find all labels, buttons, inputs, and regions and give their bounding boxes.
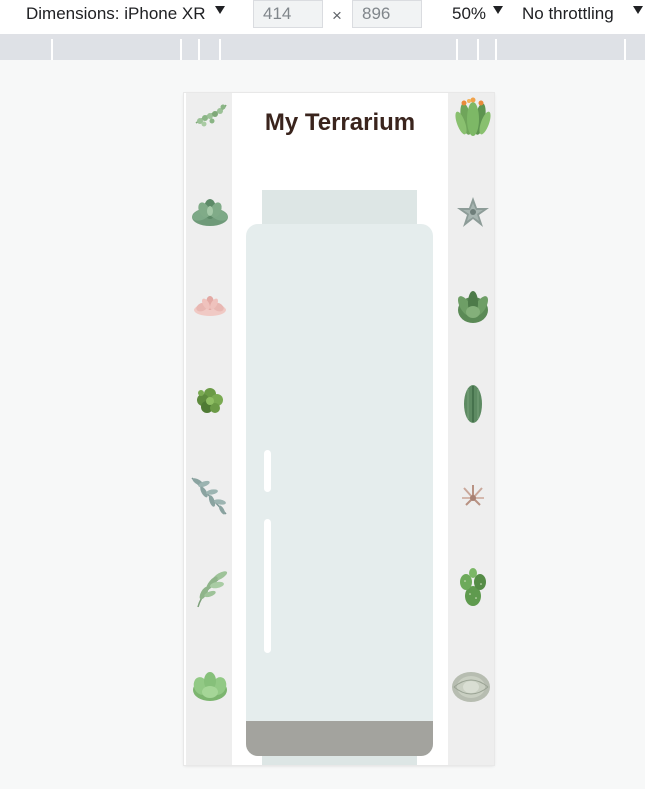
jar-top <box>262 190 417 224</box>
air-plant-icon[interactable] <box>452 474 494 516</box>
ruler-tick[interactable] <box>495 39 497 60</box>
hanging-succulent-icon[interactable] <box>190 97 232 139</box>
right-plant-column <box>448 93 494 765</box>
jar-walls <box>246 224 433 756</box>
ruler-tick[interactable] <box>51 39 53 60</box>
eucalyptus-sprig-icon[interactable] <box>188 474 230 516</box>
media-query-ruler[interactable] <box>0 34 645 60</box>
grey-star-succulent-icon[interactable] <box>452 191 494 233</box>
ruler-tick[interactable] <box>219 39 221 60</box>
flowering-aloe-icon[interactable] <box>452 95 494 137</box>
dirt <box>246 721 433 756</box>
device-toolbar: Dimensions: iPhone XR × 50% No throttlin… <box>0 0 645 34</box>
ruler-tick[interactable] <box>456 39 458 60</box>
pink-rosette-icon[interactable] <box>189 285 231 327</box>
prickly-pear-icon[interactable] <box>452 566 494 608</box>
ruler-bottom-band <box>0 39 645 60</box>
dimension-separator: × <box>332 6 342 25</box>
ruler-tick[interactable] <box>477 39 479 60</box>
zoom-dropdown[interactable]: 50% <box>452 4 486 24</box>
round-cactus-icon[interactable] <box>450 665 492 707</box>
left-plant-column <box>186 93 232 765</box>
ruler-tick[interactable] <box>180 39 182 60</box>
device-dropdown-caret-icon[interactable] <box>215 6 225 14</box>
leafy-sprig-icon[interactable] <box>190 567 232 609</box>
clustered-succulent-icon[interactable] <box>189 380 231 422</box>
page-title: My Terrarium <box>264 109 416 136</box>
throttling-dropdown[interactable]: No throttling <box>522 4 614 24</box>
column-cactus-icon[interactable] <box>452 383 494 425</box>
device-viewport: My Terrarium <box>184 93 494 765</box>
ruler-tick[interactable] <box>198 39 200 60</box>
device-dimensions-dropdown[interactable]: Dimensions: iPhone XR <box>26 4 206 24</box>
width-input[interactable] <box>253 0 323 28</box>
ruler-tick[interactable] <box>624 39 626 60</box>
height-input[interactable] <box>352 0 422 28</box>
echeveria-icon[interactable] <box>189 191 231 233</box>
zoom-dropdown-caret-icon[interactable] <box>493 6 503 14</box>
throttling-dropdown-caret-icon[interactable] <box>633 6 643 14</box>
jar-glossy-long <box>264 519 271 653</box>
jade-plant-icon[interactable] <box>189 664 231 706</box>
agave-rosette-icon[interactable] <box>452 286 494 328</box>
jar-glossy-short <box>264 450 271 492</box>
jar-bottom <box>262 756 417 765</box>
